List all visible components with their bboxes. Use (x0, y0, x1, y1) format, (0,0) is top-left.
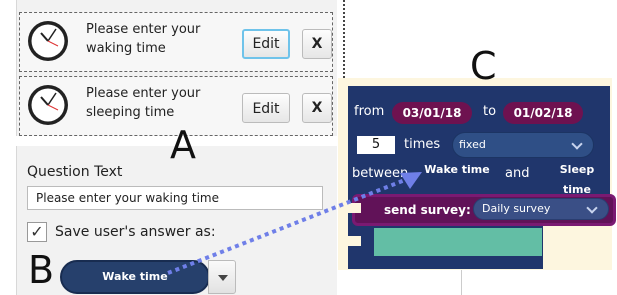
question-item-waking[interactable]: Please enter your waking time Edit X (19, 12, 333, 72)
question-editor-panel: Question Text Please enter your waking t… (16, 146, 337, 295)
edit-button[interactable]: Edit (242, 93, 290, 123)
end-date-field[interactable]: 01/02/18 (503, 102, 583, 124)
frequency-select[interactable]: fixed (452, 132, 594, 158)
start-date-field[interactable]: 03/01/18 (392, 102, 472, 124)
clock-icon (28, 85, 68, 125)
block-notch (343, 203, 361, 213)
from-label: from (354, 104, 385, 119)
panel-divider (461, 270, 462, 295)
chevron-down-icon (571, 138, 583, 150)
survey-select[interactable]: Daily survey (473, 198, 609, 220)
clock-icon (28, 21, 68, 61)
panel-label-a: A (170, 123, 196, 167)
between-label: between (352, 166, 409, 181)
survey-value: Daily survey (482, 202, 551, 215)
dropdown-button[interactable] (208, 260, 236, 294)
save-answer-checkbox[interactable]: ✓ (27, 222, 47, 242)
save-answer-label: Save user's answer as: (55, 224, 216, 240)
panel-label-b: B (28, 248, 55, 292)
times-input[interactable]: 5 (357, 136, 395, 154)
question-text-input[interactable]: Please enter your waking time (27, 186, 323, 210)
send-survey-label: send survey: (384, 203, 471, 217)
times-label: times (404, 137, 441, 152)
sleep-time-variable-block[interactable]: Sleep time (545, 160, 609, 196)
delete-button[interactable]: X (302, 93, 332, 123)
question-text-label: Question Text (27, 164, 123, 180)
edit-button[interactable]: Edit (242, 29, 290, 59)
question-list-panel: Please enter your waking time Edit X Ple… (16, 0, 337, 136)
panel-divider (343, 0, 345, 78)
block-notch (343, 236, 361, 246)
panel-label-c: C (470, 44, 497, 88)
statement-slot[interactable] (374, 228, 542, 256)
delete-button[interactable]: X (302, 29, 332, 59)
question-item-text: Please enter your waking time (86, 22, 201, 56)
answer-variable-pill[interactable]: Wake time (60, 260, 210, 294)
frequency-value: fixed (459, 138, 486, 151)
question-item-text: Please enter your sleeping time (86, 86, 201, 120)
wake-time-variable-block[interactable]: Wake time (422, 160, 492, 180)
answer-variable-select[interactable]: Wake time (60, 260, 238, 294)
chevron-down-icon (218, 275, 228, 281)
to-label: to (483, 104, 497, 119)
and-label: and (505, 166, 530, 181)
chevron-down-icon (586, 202, 598, 214)
